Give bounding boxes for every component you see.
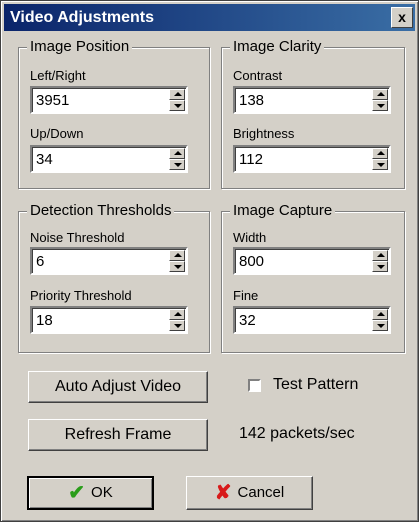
test-pattern-checkbox[interactable] xyxy=(248,379,261,392)
image-capture-title: Image Capture xyxy=(230,202,336,219)
contrast-label: Contrast xyxy=(233,68,283,83)
up-down-spinbox[interactable]: 34 xyxy=(30,145,188,173)
title-bar: Video Adjustments x xyxy=(4,4,415,31)
auto-adjust-video-button[interactable]: Auto Adjust Video xyxy=(28,371,208,403)
width-value[interactable]: 800 xyxy=(239,253,264,270)
spin-down-icon[interactable] xyxy=(372,159,388,170)
width-label: Width xyxy=(233,230,267,245)
spin-up-icon[interactable] xyxy=(169,148,185,159)
cancel-label: Cancel xyxy=(237,484,285,501)
priority-threshold-spinbox[interactable]: 18 xyxy=(30,306,188,334)
detection-thresholds-title: Detection Thresholds xyxy=(27,202,175,219)
noise-threshold-spinbox[interactable]: 6 xyxy=(30,247,188,275)
spin-down-icon[interactable] xyxy=(372,320,388,331)
image-clarity-title: Image Clarity xyxy=(230,38,325,55)
window-title: Video Adjustments xyxy=(10,9,155,26)
noise-threshold-label: Noise Threshold xyxy=(30,230,125,245)
contrast-spinbox[interactable]: 138 xyxy=(233,86,391,114)
x-icon: ✘ xyxy=(214,482,232,504)
spin-up-icon[interactable] xyxy=(372,89,388,100)
packets-per-sec-status: 142 packets/sec xyxy=(239,425,355,442)
fine-label: Fine xyxy=(233,288,259,303)
video-adjustments-dialog: Video Adjustments x Image Position Left/… xyxy=(0,0,419,522)
ok-label: OK xyxy=(91,484,113,501)
spin-down-icon[interactable] xyxy=(169,100,185,111)
brightness-label: Brightness xyxy=(233,126,295,141)
spin-up-icon[interactable] xyxy=(372,148,388,159)
test-pattern-label: Test Pattern xyxy=(273,376,359,393)
priority-threshold-value[interactable]: 18 xyxy=(36,312,53,329)
priority-threshold-label: Priority Threshold xyxy=(30,288,132,303)
up-down-label: Up/Down xyxy=(30,126,84,141)
cancel-button[interactable]: ✘ Cancel xyxy=(186,476,313,510)
width-spinbox[interactable]: 800 xyxy=(233,247,391,275)
ok-button[interactable]: ✔ OK xyxy=(27,476,154,510)
spin-down-icon[interactable] xyxy=(169,159,185,170)
checkmark-icon: ✔ xyxy=(68,482,86,504)
fine-value[interactable]: 32 xyxy=(239,312,256,329)
image-position-title: Image Position xyxy=(27,38,133,55)
spin-down-icon[interactable] xyxy=(372,261,388,272)
spin-up-icon[interactable] xyxy=(169,89,185,100)
spin-down-icon[interactable] xyxy=(169,261,185,272)
left-right-value[interactable]: 3951 xyxy=(36,92,69,109)
spin-up-icon[interactable] xyxy=(169,250,185,261)
refresh-frame-button[interactable]: Refresh Frame xyxy=(28,419,208,451)
up-down-value[interactable]: 34 xyxy=(36,151,53,168)
left-right-spinbox[interactable]: 3951 xyxy=(30,86,188,114)
spin-down-icon[interactable] xyxy=(169,320,185,331)
fine-spinbox[interactable]: 32 xyxy=(233,306,391,334)
brightness-spinbox[interactable]: 112 xyxy=(233,145,391,173)
brightness-value[interactable]: 112 xyxy=(239,151,263,168)
left-right-label: Left/Right xyxy=(30,68,86,83)
close-button[interactable]: x xyxy=(391,7,413,28)
spin-down-icon[interactable] xyxy=(372,100,388,111)
spin-up-icon[interactable] xyxy=(372,250,388,261)
spin-up-icon[interactable] xyxy=(372,309,388,320)
spin-up-icon[interactable] xyxy=(169,309,185,320)
contrast-value[interactable]: 138 xyxy=(239,92,264,109)
noise-threshold-value[interactable]: 6 xyxy=(36,253,44,270)
